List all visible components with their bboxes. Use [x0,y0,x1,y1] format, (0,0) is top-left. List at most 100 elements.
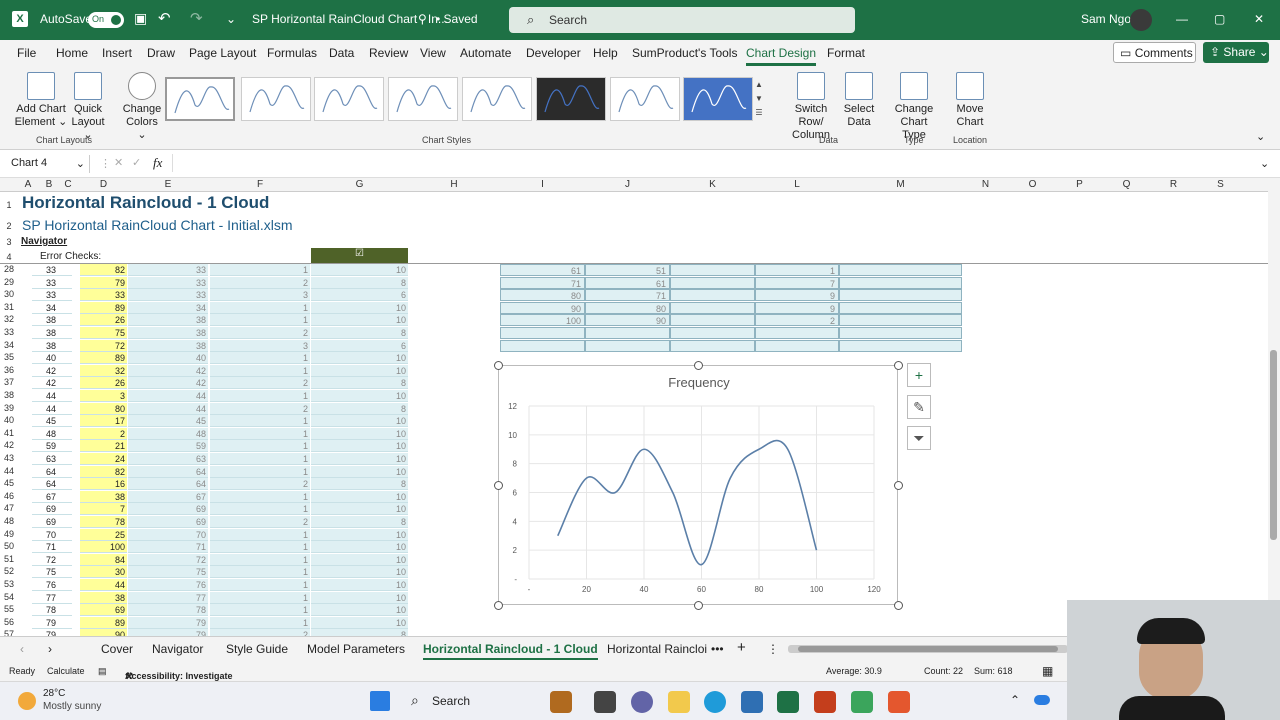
gallery-scroll[interactable]: ▲ ▼ ☰ [753,78,765,122]
table-cell[interactable]: 78 [32,604,72,617]
table-cell[interactable]: 10 [311,453,408,465]
table-cell[interactable]: 17 [80,415,127,428]
table-cell[interactable]: 2 [210,377,310,390]
chart-style-8[interactable] [683,77,753,121]
col-d[interactable]: D [80,179,127,190]
resize-handle[interactable] [494,361,503,370]
row-header[interactable]: 38 [0,390,18,400]
table-cell[interactable]: 38 [80,490,127,503]
teams-app-icon[interactable] [631,691,653,713]
freq-cell[interactable] [755,339,839,352]
formula-input[interactable] [172,154,1272,172]
tab-review[interactable]: Review [369,46,408,60]
freq-cell[interactable]: 9 [755,289,839,302]
table-cell[interactable]: 8 [311,478,408,491]
table-cell[interactable]: 42 [32,365,72,377]
row-header[interactable]: 40 [0,415,18,425]
table-cell[interactable]: 10 [311,579,408,591]
chart-style-4[interactable] [388,77,458,121]
tab-format[interactable]: Format [827,46,865,60]
table-cell[interactable]: 44 [128,390,208,402]
table-cell[interactable]: 89 [80,352,127,365]
table-cell[interactable]: 8 [311,377,408,390]
table-cell[interactable]: 10 [311,604,408,617]
table-cell[interactable]: 1 [210,314,310,327]
table-cell[interactable]: 38 [128,327,208,339]
table-cell[interactable]: 44 [80,579,127,591]
row-header[interactable]: 53 [0,579,18,589]
freq-cell[interactable] [839,289,962,302]
table-cell[interactable]: 1 [210,427,310,440]
vertical-scrollbar[interactable] [1268,178,1280,636]
table-cell[interactable]: 10 [311,528,408,541]
table-cell[interactable]: 1 [210,528,310,541]
tab-horizontal-raincloud-2[interactable]: Horizontal Raincloi [607,642,707,656]
table-cell[interactable]: 72 [80,339,127,352]
insert-function-icon[interactable]: fx [153,155,162,171]
tab-sumproducts-tools[interactable]: SumProduct's Tools [632,46,737,60]
powerpoint-taskbar-icon[interactable] [814,691,836,713]
table-cell[interactable]: 10 [311,616,408,629]
table-cell[interactable]: 10 [311,415,408,428]
table-cell[interactable]: 10 [311,541,408,554]
app-icon[interactable] [741,691,763,713]
freq-cell[interactable]: 1 [755,264,839,276]
table-cell[interactable]: 44 [32,390,72,402]
tab-menu-icon[interactable]: ⋮ [767,642,779,656]
table-cell[interactable]: 100 [80,541,127,554]
row-header-2[interactable]: 2 [0,221,18,231]
chart-style-2[interactable] [241,77,311,121]
row-header[interactable]: 43 [0,453,18,463]
table-cell[interactable]: 25 [80,528,127,541]
table-cell[interactable]: 71 [128,541,208,554]
user-name[interactable]: Sam Ngo [1081,12,1131,26]
tab-formulas[interactable]: Formulas [267,46,317,60]
row-header[interactable]: 52 [0,566,18,576]
table-cell[interactable]: 82 [80,264,127,276]
table-cell[interactable]: 10 [311,352,408,365]
row-header[interactable]: 55 [0,604,18,614]
table-cell[interactable]: 72 [128,553,208,566]
table-cell[interactable]: 1 [210,440,310,453]
freq-cell[interactable]: 71 [585,289,670,302]
table-cell[interactable]: 82 [80,465,127,478]
col-p[interactable]: P [1056,179,1103,190]
table-cell[interactable]: 64 [128,478,208,491]
freq-cell[interactable] [500,339,585,352]
table-cell[interactable]: 59 [128,440,208,453]
col-c[interactable]: C [62,179,74,190]
move-chart-button[interactable]: Move Chart [954,72,986,129]
freq-cell[interactable] [585,327,670,339]
table-cell[interactable]: 38 [80,591,127,604]
horizontal-scrollbar[interactable] [788,645,1068,653]
resize-handle[interactable] [694,361,703,370]
weather-desc[interactable]: Mostly sunny [43,701,101,712]
qat-more-icon[interactable]: ⌄ [226,12,236,26]
normal-view-icon[interactable]: ▦ [1042,664,1053,678]
table-cell[interactable]: 64 [32,466,72,478]
table-cell[interactable]: 69 [80,604,127,617]
table-cell[interactable]: 3 [210,339,310,352]
table-cell[interactable]: 1 [210,453,310,465]
freq-cell[interactable] [670,327,755,339]
row-header[interactable]: 34 [0,340,18,350]
freq-cell[interactable] [755,327,839,339]
table-cell[interactable]: 40 [128,352,208,365]
row-header[interactable]: 28 [0,264,18,274]
tab-view[interactable]: View [420,46,446,60]
col-j[interactable]: J [585,179,670,190]
table-cell[interactable]: 10 [311,503,408,516]
freq-cell[interactable] [500,327,585,339]
freq-cell[interactable]: 61 [500,264,585,276]
table-cell[interactable]: 38 [32,314,72,327]
table-cell[interactable]: 8 [311,402,408,415]
change-chart-type-button[interactable]: Change Chart Type [888,72,940,142]
table-cell[interactable]: 38 [32,340,72,352]
tab-data[interactable]: Data [329,46,354,60]
table-cell[interactable]: 42 [128,364,208,377]
table-cell[interactable]: 33 [32,277,72,289]
table-cell[interactable]: 10 [311,264,408,276]
col-k[interactable]: K [670,179,755,190]
table-cell[interactable]: 34 [32,302,72,314]
table-cell[interactable]: 1 [210,465,310,478]
